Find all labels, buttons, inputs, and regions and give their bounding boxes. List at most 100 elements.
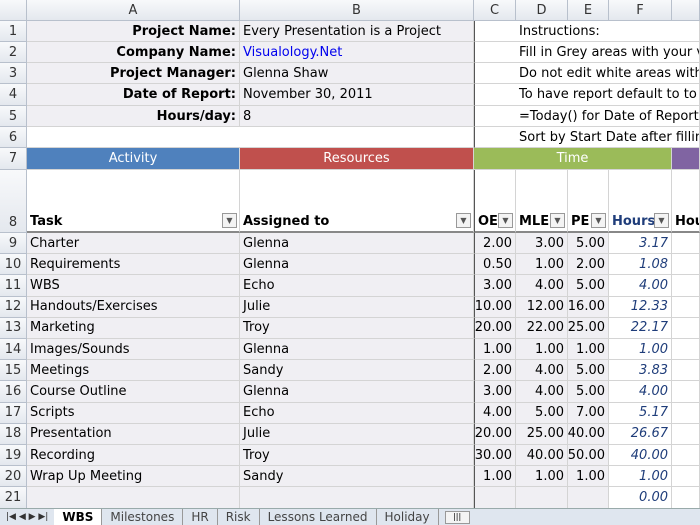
instruction-cell[interactable]: Do not edit white areas with [474, 63, 700, 84]
info-label[interactable]: Project Name: [27, 21, 240, 42]
task-cell[interactable]: Presentation [27, 423, 240, 445]
pe-cell[interactable]: 1.00 [568, 466, 609, 488]
mle-cell[interactable]: 4.00 [516, 275, 568, 297]
filter-dropdown-icon[interactable]: ▼ [654, 213, 669, 228]
hours-cell[interactable]: 40.00 [609, 445, 672, 467]
task-cell[interactable]: Requirements [27, 254, 240, 276]
mle-cell[interactable]: 1.00 [516, 339, 568, 361]
header-oe[interactable]: OE ▼ [474, 170, 516, 233]
info-value[interactable]: Glenna Shaw [240, 63, 474, 84]
oe-cell[interactable]: 1.00 [474, 339, 516, 361]
pe-cell[interactable] [568, 487, 609, 509]
hours-cell[interactable]: 3.17 [609, 233, 672, 255]
assigned-cell[interactable]: Troy [240, 445, 474, 467]
instruction-cell[interactable]: Instructions: [474, 21, 700, 42]
assigned-cell[interactable]: Echo [240, 275, 474, 297]
oe-cell[interactable]: 0.50 [474, 254, 516, 276]
info-label[interactable]: Hours/day: [27, 106, 240, 127]
row-header[interactable]: 18 [0, 423, 27, 445]
sheet-tab-hr[interactable]: HR [183, 509, 218, 525]
assigned-cell[interactable]: Troy [240, 317, 474, 339]
task-cell[interactable]: Handouts/Exercises [27, 296, 240, 318]
mle-cell[interactable]: 4.00 [516, 360, 568, 382]
mle-cell[interactable]: 3.00 [516, 233, 568, 255]
task-cell[interactable]: WBS [27, 275, 240, 297]
header-task[interactable]: Task ▼ [27, 170, 240, 233]
empty-cell[interactable] [672, 402, 700, 424]
instruction-cell[interactable]: To have report default to to [474, 84, 700, 106]
assigned-cell[interactable]: Julie [240, 423, 474, 445]
task-cell[interactable]: Images/Sounds [27, 339, 240, 361]
row-header[interactable]: 6 [0, 127, 27, 148]
row-header[interactable]: 17 [0, 402, 27, 424]
horizontal-scrollbar[interactable]: ||| [444, 510, 470, 524]
row-header[interactable]: 13 [0, 317, 27, 339]
mle-cell[interactable]: 1.00 [516, 254, 568, 276]
header-hours[interactable]: Hours ▼ [609, 170, 672, 233]
mle-cell[interactable]: 12.00 [516, 296, 568, 318]
row-header[interactable]: 19 [0, 445, 27, 467]
filter-dropdown-icon[interactable]: ▼ [498, 213, 513, 228]
instruction-cell[interactable]: =Today() for Date of Report [474, 106, 700, 127]
pe-cell[interactable]: 50.00 [568, 445, 609, 467]
assigned-cell[interactable] [240, 487, 474, 509]
hours-cell[interactable]: 5.17 [609, 402, 672, 424]
empty-cell[interactable] [672, 275, 700, 297]
filter-dropdown-icon[interactable]: ▼ [456, 213, 471, 228]
sheet-tab-lessons-learned[interactable]: Lessons Learned [260, 509, 377, 525]
pe-cell[interactable]: 16.00 [568, 296, 609, 318]
mle-cell[interactable]: 25.00 [516, 423, 568, 445]
instruction-cell[interactable]: Fill in Grey areas with your v [474, 42, 700, 63]
oe-cell[interactable]: 2.00 [474, 233, 516, 255]
row-header[interactable]: 3 [0, 63, 27, 84]
assigned-cell[interactable]: Sandy [240, 360, 474, 382]
task-cell[interactable]: Recording [27, 445, 240, 467]
oe-cell[interactable]: 20.00 [474, 423, 516, 445]
mle-cell[interactable]: 5.00 [516, 402, 568, 424]
row-header[interactable]: 8 [0, 170, 27, 233]
pe-cell[interactable]: 2.00 [568, 254, 609, 276]
task-cell[interactable]: Meetings [27, 360, 240, 382]
hours-cell[interactable]: 1.00 [609, 339, 672, 361]
info-label[interactable]: Date of Report: [27, 84, 240, 106]
mle-cell[interactable]: 1.00 [516, 466, 568, 488]
row-header[interactable]: 1 [0, 21, 27, 42]
pe-cell[interactable]: 5.00 [568, 360, 609, 382]
row-header[interactable]: 14 [0, 339, 27, 361]
oe-cell[interactable]: 1.00 [474, 466, 516, 488]
row-header[interactable]: 16 [0, 381, 27, 403]
select-all-corner[interactable] [0, 0, 27, 21]
instruction-cell[interactable]: Sort by Start Date after fillin [474, 127, 700, 148]
mle-cell[interactable]: 22.00 [516, 317, 568, 339]
sheet-tab-wbs[interactable]: WBS [54, 509, 103, 525]
column-header-D[interactable]: D [516, 0, 568, 21]
column-header-C[interactable]: C [474, 0, 516, 21]
oe-cell[interactable]: 2.00 [474, 360, 516, 382]
empty-cell[interactable] [672, 360, 700, 382]
tab-scroll-buttons[interactable]: |◀ ◀ ▶ ▶| [0, 512, 54, 522]
row-header[interactable]: 9 [0, 233, 27, 255]
hours-cell[interactable]: 1.00 [609, 466, 672, 488]
task-cell[interactable]: Charter [27, 233, 240, 255]
oe-cell[interactable]: 4.00 [474, 402, 516, 424]
task-cell[interactable]: Course Outline [27, 381, 240, 403]
assigned-cell[interactable]: Glenna [240, 339, 474, 361]
empty-cell[interactable] [672, 423, 700, 445]
empty-cell[interactable] [672, 487, 700, 509]
hours-cell[interactable]: 4.00 [609, 381, 672, 403]
column-header-B[interactable]: B [240, 0, 474, 21]
empty-cell[interactable] [672, 381, 700, 403]
column-header-F[interactable]: F [609, 0, 672, 21]
row-header[interactable]: 21 [0, 487, 27, 509]
info-label[interactable]: Company Name: [27, 42, 240, 63]
row-header[interactable]: 15 [0, 360, 27, 382]
sheet-tab-risk[interactable]: Risk [218, 509, 260, 525]
empty-cell[interactable] [672, 296, 700, 318]
assigned-cell[interactable]: Glenna [240, 381, 474, 403]
row-header[interactable]: 20 [0, 466, 27, 488]
header-pe[interactable]: PE ▼ [568, 170, 609, 233]
column-header-A[interactable]: A [27, 0, 240, 21]
info-label[interactable]: Project Manager: [27, 63, 240, 84]
info-value[interactable]: 8 [240, 106, 474, 127]
mle-cell[interactable]: 4.00 [516, 381, 568, 403]
